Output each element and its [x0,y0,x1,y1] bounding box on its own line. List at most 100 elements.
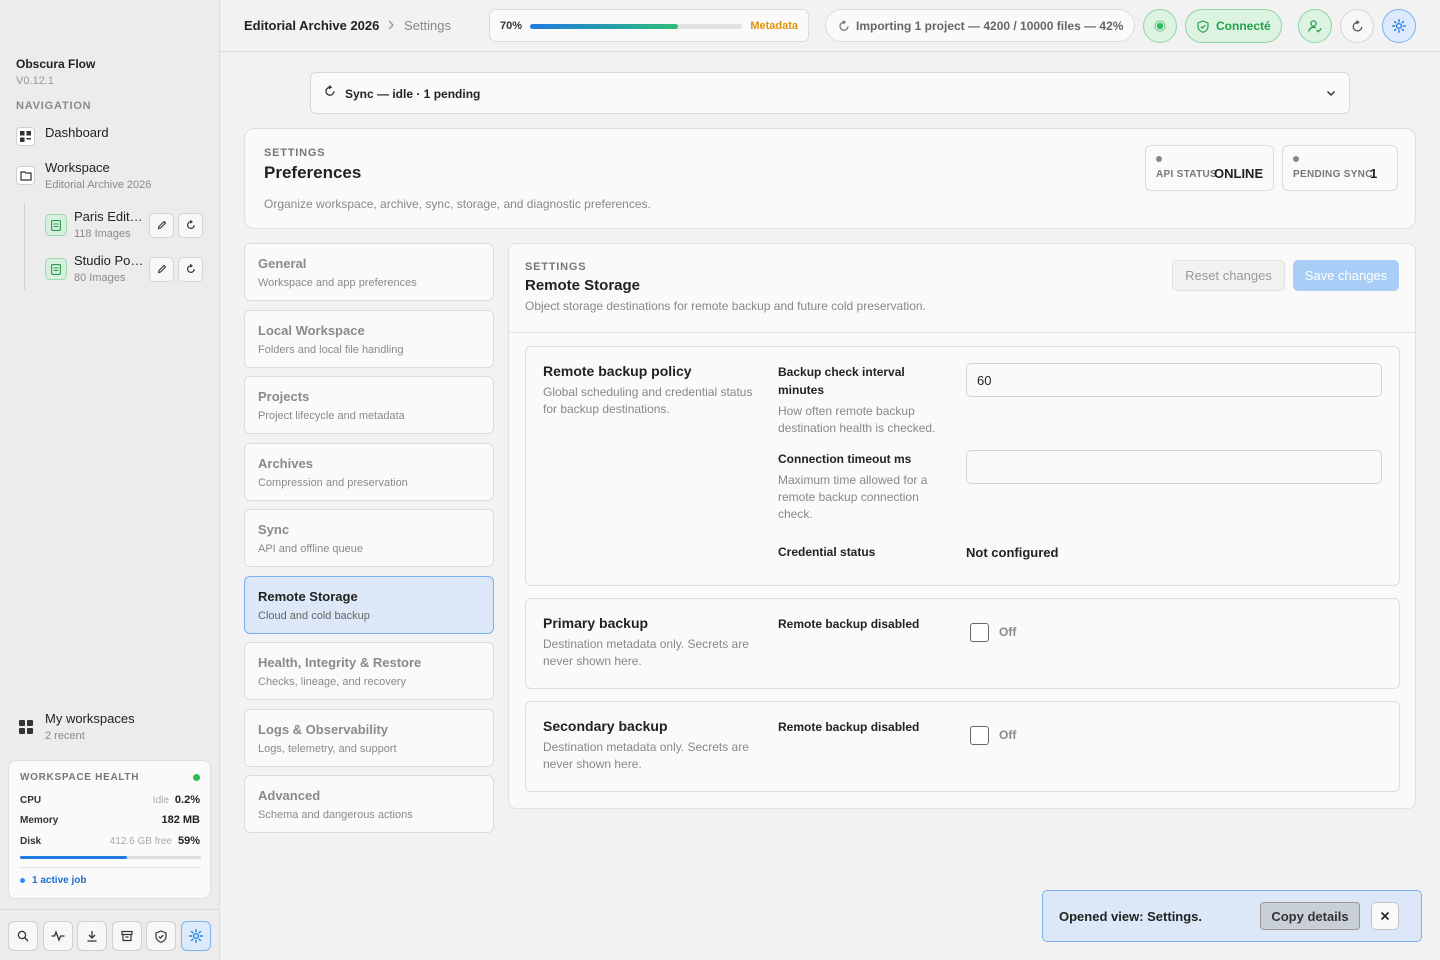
metadata-progress: 70% Metadata [489,9,809,42]
category-general[interactable]: General Workspace and app preferences [244,243,494,301]
preferences-header: SETTINGS Preferences Organize workspace,… [244,128,1416,229]
section-title: Remote backup policy [543,363,692,379]
sidebar-item-workspace[interactable]: Workspace Editorial Archive 2026 [16,160,151,192]
archive-icon [121,930,133,942]
connection-status-label: Connecté [1216,19,1271,33]
edit-project-button[interactable] [149,212,174,238]
progress-label: Metadata [750,20,798,32]
project-icon [45,258,67,280]
settings-button[interactable] [1382,9,1416,43]
project-item[interactable]: Studio Portraits 80 Images [45,249,207,289]
secondary-backup-checkbox[interactable] [970,726,989,745]
download-button[interactable] [77,921,107,951]
save-changes-button[interactable]: Save changes [1293,260,1399,291]
refresh-icon [186,264,195,273]
search-icon [17,930,29,942]
reset-changes-button[interactable]: Reset changes [1172,260,1285,291]
category-advanced[interactable]: Advanced Schema and dangerous actions [244,775,494,833]
project-count: 80 Images [74,272,126,284]
disk-label: Disk [20,835,42,847]
remote-storage-panel: SETTINGS Remote Storage Object storage d… [508,243,1416,809]
category-logs-observability[interactable]: Logs & Observability Logs, telemetry, an… [244,709,494,767]
project-icon [45,214,67,236]
section-title: Primary backup [543,615,649,631]
job-dot [20,878,25,883]
progress-track [530,24,742,29]
notification-toast: Opened view: Settings. Copy details [1042,890,1422,942]
page-description: Organize workspace, archive, sync, stora… [264,197,651,211]
sidebar-item-dashboard[interactable]: Dashboard [16,125,109,146]
shield-icon [155,929,167,943]
backup-interval-input[interactable] [966,363,1382,397]
status-indicator-button[interactable] [1143,9,1177,43]
disk-note: 412.6 GB free [109,835,172,847]
close-icon [1380,911,1390,921]
activity-icon [51,930,65,942]
category-sync[interactable]: Sync API and offline queue [244,509,494,567]
disk-row: Disk 412.6 GB free 59% [20,835,200,847]
category-local-workspace[interactable]: Local Workspace Folders and local file h… [244,310,494,368]
sidebar: Obscura Flow V0.12.1 NAVIGATION Dashboar… [0,0,220,960]
workspace-name: Editorial Archive 2026 [45,179,152,191]
category-health-integrity-restore[interactable]: Health, Integrity & Restore Checks, line… [244,642,494,700]
active-jobs-link[interactable]: 1 active job [20,875,86,886]
refresh-icon [839,19,849,31]
breadcrumb-root[interactable]: Editorial Archive 2026 [244,18,379,33]
security-button[interactable] [146,921,176,951]
category-title: Advanced [258,788,321,803]
dashboard-icon [16,127,35,146]
copy-details-button[interactable]: Copy details [1260,902,1360,930]
refresh-button[interactable] [1340,9,1374,43]
disk-usage-bar [20,856,201,859]
section-eyebrow: SETTINGS [264,147,326,159]
divider [509,332,1415,333]
pending-sync-value: 1 [1370,166,1378,181]
remote-backup-policy-section: Remote backup policy Global scheduling a… [525,346,1400,586]
user-button[interactable] [1298,9,1332,43]
refresh-project-button[interactable] [178,256,203,282]
credential-status-label: Credential status [778,545,876,559]
category-title: Archives [258,456,313,471]
breadcrumb-current: Settings [404,18,451,33]
category-subtitle: Workspace and app preferences [258,277,417,289]
refresh-project-button[interactable] [178,212,203,238]
edit-project-button[interactable] [149,256,174,282]
category-subtitle: Project lifecycle and metadata [258,410,405,422]
connection-status-button[interactable]: Connecté [1185,9,1282,43]
shield-check-icon [1197,19,1209,33]
archive-button[interactable] [112,921,142,951]
category-projects[interactable]: Projects Project lifecycle and metadata [244,376,494,434]
search-button[interactable] [8,921,38,951]
close-toast-button[interactable] [1371,902,1399,930]
settings-icon [1392,19,1406,33]
settings-icon [189,929,203,943]
memory-label: Memory [20,814,59,826]
sync-status-dropdown[interactable]: Sync — idle · 1 pending [310,72,1350,114]
sidebar-item-label: My workspaces [45,711,135,726]
sidebar-item-my-workspaces[interactable]: My workspaces 2 recent [16,711,135,743]
sidebar-toolbar [0,909,219,960]
connection-timeout-help: Maximum time allowed for a remote backup… [778,473,928,521]
category-title: General [258,256,307,271]
project-item[interactable]: Paris Editorial 118 Images [45,205,207,245]
category-archives[interactable]: Archives Compression and preservation [244,443,494,501]
settings-button[interactable] [181,921,211,951]
download-icon [87,931,97,942]
divider [20,867,200,868]
category-remote-storage[interactable]: Remote Storage Cloud and cold backup [244,576,494,634]
top-bar: Editorial Archive 2026 Settings 70% Meta… [220,0,1440,52]
secondary-backup-section: Secondary backup Destination metadata on… [525,701,1400,792]
recent-count: 2 recent [45,730,85,742]
activity-button[interactable] [43,921,73,951]
backup-interval-help: How often remote backup destination heal… [778,404,936,435]
category-subtitle: Schema and dangerous actions [258,809,413,821]
import-status[interactable]: Importing 1 project — 4200 / 10000 files… [825,9,1135,42]
connection-timeout-input[interactable] [966,450,1382,484]
category-title: Sync [258,522,290,537]
panel-description: Object storage destinations for remote b… [525,299,926,313]
category-title: Projects [258,389,310,404]
credential-status-value: Not configured [966,545,1059,560]
category-subtitle: Cloud and cold backup [258,610,370,622]
active-jobs-label: 1 active job [32,875,87,886]
primary-backup-checkbox[interactable] [970,623,989,642]
